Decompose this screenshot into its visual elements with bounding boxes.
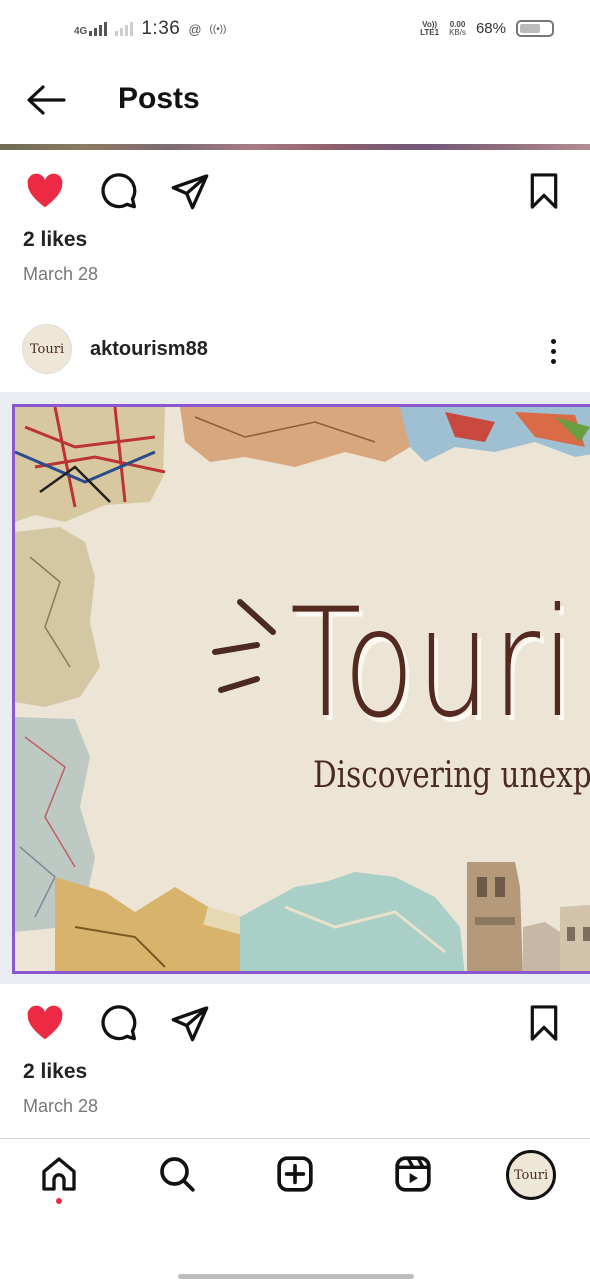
previous-post-image[interactable] xyxy=(0,144,590,150)
search-icon xyxy=(160,1157,195,1192)
create-icon xyxy=(277,1156,313,1192)
comment-button[interactable] xyxy=(97,1002,139,1044)
back-button[interactable] xyxy=(26,84,66,116)
nav-search[interactable] xyxy=(153,1150,201,1198)
notification-dot xyxy=(56,1198,62,1204)
comment-icon xyxy=(101,1005,137,1041)
post-date: March 28 xyxy=(23,1096,99,1116)
nav-create[interactable] xyxy=(271,1150,319,1198)
reels-icon xyxy=(395,1156,431,1192)
nav-home[interactable] xyxy=(35,1150,83,1198)
share-button[interactable] xyxy=(169,1002,211,1044)
volte-icon: Vo)) LTE1 xyxy=(420,19,440,37)
likes-count[interactable]: 2 likes xyxy=(23,228,87,252)
network-type: 4G xyxy=(74,26,88,37)
send-icon xyxy=(171,1006,209,1042)
like-button[interactable] xyxy=(24,170,66,212)
avatar[interactable]: Touri xyxy=(22,324,72,374)
nav-reels[interactable] xyxy=(389,1150,437,1198)
cellular-signal-icon: 4G xyxy=(74,22,108,37)
top-header: Posts xyxy=(0,64,590,136)
sim2-signal-icon xyxy=(115,22,134,36)
hotspot-icon: ((•)) xyxy=(209,23,227,35)
battery-percent: 68% xyxy=(475,20,506,37)
post-header: Touri aktourism88 xyxy=(0,320,590,380)
comment-icon xyxy=(101,173,137,209)
gesture-bar[interactable] xyxy=(178,1274,414,1279)
comment-button[interactable] xyxy=(97,170,139,212)
heart-filled-icon xyxy=(27,173,63,208)
post-image[interactable]: Touri Discovering unexplore xyxy=(0,392,590,984)
post-image-subtitle: Discovering unexplore xyxy=(313,755,590,796)
send-icon xyxy=(171,174,209,210)
status-bar: 4G 1:36 @ ((•)) Vo)) LTE1 0.00 KB/s 68% xyxy=(0,0,590,64)
clock: 1:36 xyxy=(141,18,181,39)
network-speed: 0.00 KB/s xyxy=(449,19,466,37)
more-options-button[interactable] xyxy=(538,334,568,368)
previous-post-actions xyxy=(0,158,590,218)
save-button[interactable] xyxy=(523,170,565,212)
threads-icon: @ xyxy=(188,21,202,37)
save-button[interactable] xyxy=(523,1002,565,1044)
share-button[interactable] xyxy=(169,170,211,212)
bottom-navigation: Touri xyxy=(0,1140,590,1210)
post-image-title: Touri xyxy=(290,577,576,751)
username[interactable]: aktourism88 xyxy=(90,338,208,361)
heart-filled-icon xyxy=(27,1005,63,1040)
home-icon xyxy=(42,1157,76,1191)
nav-divider xyxy=(0,1138,590,1139)
post-actions xyxy=(0,990,590,1050)
arrow-left-icon xyxy=(27,85,66,115)
bookmark-icon xyxy=(530,173,558,209)
post-date: March 28 xyxy=(23,264,99,284)
page-title: Posts xyxy=(118,82,200,115)
post-image-frame: Touri Discovering unexplore xyxy=(12,404,590,974)
nav-profile-avatar[interactable]: Touri xyxy=(506,1150,556,1200)
bookmark-icon xyxy=(530,1005,558,1041)
likes-count[interactable]: 2 likes xyxy=(23,1060,87,1084)
like-button[interactable] xyxy=(24,1002,66,1044)
battery-icon xyxy=(516,20,554,37)
